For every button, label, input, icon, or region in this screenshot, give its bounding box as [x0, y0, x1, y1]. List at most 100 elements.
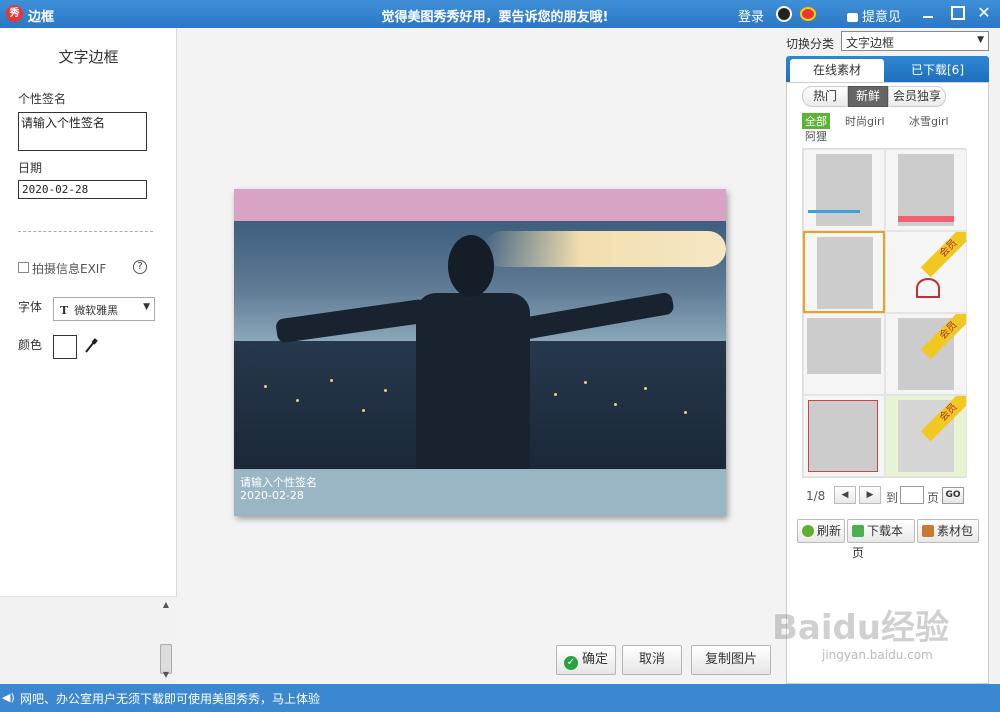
thumbnail-grid: 会员 会员 会员	[802, 148, 967, 478]
city-light	[684, 411, 687, 414]
refresh-button[interactable]: 刷新	[797, 519, 845, 543]
person-body	[416, 293, 530, 469]
tab-online-materials[interactable]: 在线素材	[790, 59, 884, 82]
baidu-watermark-url: jingyan.baidu.com	[822, 648, 933, 662]
download-icon	[852, 525, 864, 537]
vertical-scrollbar[interactable]: ▲ ▼	[159, 598, 173, 682]
package-icon	[922, 525, 934, 537]
pack-label: 素材包	[937, 524, 974, 538]
cancel-button[interactable]: 取消	[622, 645, 682, 675]
page-indicator: 1/8	[806, 489, 826, 503]
ok-button[interactable]: ✓ 确定	[556, 645, 616, 675]
scroll-down-icon[interactable]: ▼	[159, 668, 173, 682]
material-pack-button[interactable]: 素材包	[917, 519, 979, 543]
feedback-link[interactable]: 提意见	[847, 6, 901, 25]
feedback-label: 提意见	[862, 10, 902, 25]
filter-fashion-girl[interactable]: 时尚girl	[845, 113, 885, 129]
category-select[interactable]: 文字边框 ▼	[841, 31, 989, 51]
settings-panel: 文字边框 个性签名 请输入个性签名 日期 2020-02-28 拍摄信息EXIF…	[0, 28, 177, 684]
qq-icon[interactable]	[776, 6, 792, 22]
filter-all[interactable]: 全部	[802, 113, 830, 129]
city-light	[330, 379, 333, 382]
scroll-up-icon[interactable]: ▲	[159, 598, 173, 612]
frame-thumbnail[interactable]: 会员	[885, 395, 967, 477]
frame-thumbnail[interactable]: 会员	[885, 313, 967, 395]
weibo-icon[interactable]	[800, 7, 816, 21]
thumbnail-accent	[898, 216, 954, 222]
signature-label: 个性签名	[18, 92, 67, 106]
color-swatch[interactable]	[53, 335, 77, 359]
city-light	[384, 389, 387, 392]
baidu-watermark: Baidu经验	[772, 608, 950, 648]
font-label: 字体	[18, 300, 43, 314]
help-icon[interactable]: ?	[133, 260, 147, 274]
thumbnail-preview	[816, 154, 872, 226]
frame-thumbnail[interactable]: 会员	[885, 231, 967, 313]
ok-label: 确定	[581, 652, 608, 667]
refresh-label: 刷新	[817, 524, 842, 538]
filter-ice-girl[interactable]: 冰雪girl	[909, 113, 949, 129]
frame-top-band	[234, 189, 726, 221]
title-bar: 秀 边框 觉得美图秀秀好用，要告诉您的朋友哦! 登录 提意见 ✕	[0, 0, 1000, 28]
login-link[interactable]: 登录	[738, 6, 764, 25]
thumbnail-preview	[807, 318, 881, 374]
category-label: 切换分类	[786, 37, 835, 51]
font-value: 微软雅黑	[74, 304, 119, 317]
city-light	[584, 381, 587, 384]
vip-ribbon: 会员	[920, 232, 966, 278]
heart-icon	[916, 278, 940, 298]
maximize-button[interactable]	[951, 6, 965, 20]
date-input[interactable]: 2020-02-28	[18, 180, 147, 199]
thumbnail-accent	[808, 210, 860, 213]
go-button[interactable]: GO	[942, 487, 964, 504]
minimize-button[interactable]	[921, 6, 935, 20]
frame-thumbnail-selected[interactable]	[803, 231, 885, 313]
panel-title: 文字边框	[58, 48, 119, 66]
person-head	[448, 235, 494, 297]
chat-bubble-icon	[847, 13, 858, 22]
filter-ali[interactable]: 阿狸	[805, 128, 827, 144]
vip-ribbon: 会员	[920, 314, 966, 360]
caption-date: 2020-02-28	[240, 489, 304, 502]
speaker-icon: ◀)	[2, 691, 15, 704]
city-light	[554, 393, 557, 396]
pill-vip-only[interactable]: 会员独享	[888, 86, 946, 107]
exif-checkbox[interactable]	[18, 262, 29, 273]
pill-new[interactable]: 新鲜	[848, 86, 888, 107]
pill-hot[interactable]: 热门	[802, 86, 848, 107]
thumbnail-preview	[808, 400, 878, 472]
thumbnail-preview	[817, 237, 873, 309]
prev-page-button[interactable]: ◀	[834, 486, 856, 504]
caption-signature: 请输入个性签名	[240, 476, 317, 489]
refresh-icon	[802, 525, 814, 537]
chevron-down-icon: ▼	[977, 35, 984, 45]
photo-cloud	[484, 231, 726, 267]
signature-input[interactable]: 请输入个性签名	[18, 112, 147, 151]
font-type-icon: T	[60, 304, 69, 317]
next-page-button[interactable]: ▶	[859, 486, 881, 504]
font-select[interactable]: T 微软雅黑 ▼	[53, 297, 155, 321]
color-label: 颜色	[18, 338, 43, 352]
page-number-input[interactable]	[900, 486, 924, 504]
chevron-down-icon: ▼	[143, 302, 150, 312]
eyedropper-icon[interactable]	[84, 338, 98, 354]
frame-thumbnail[interactable]	[803, 149, 885, 231]
date-label: 日期	[18, 161, 43, 175]
preview-photo: 请输入个性签名 2020-02-28	[234, 189, 726, 516]
close-button[interactable]: ✕	[977, 5, 991, 21]
slogan-text: 觉得美图秀秀好用，要告诉您的朋友哦!	[381, 10, 609, 25]
frame-thumbnail[interactable]	[803, 395, 885, 477]
exif-label: 拍摄信息EXIF	[32, 262, 107, 276]
frame-thumbnail[interactable]	[885, 149, 967, 231]
promo-message[interactable]: 网吧、办公室用户无须下载即可使用美图秀秀，马上体验	[20, 690, 320, 707]
vip-ribbon-label: 会员	[920, 232, 966, 278]
material-tabs: 在线素材 已下载[6]	[786, 56, 989, 82]
city-light	[614, 403, 617, 406]
category-value: 文字边框	[846, 36, 895, 50]
tab-downloaded[interactable]: 已下载[6]	[890, 59, 985, 82]
download-page-button[interactable]: 下载本页	[847, 519, 915, 560]
copy-image-button[interactable]: 复制图片	[691, 645, 771, 675]
divider	[18, 231, 153, 232]
frame-thumbnail[interactable]	[803, 313, 885, 395]
scroll-area	[0, 596, 177, 684]
